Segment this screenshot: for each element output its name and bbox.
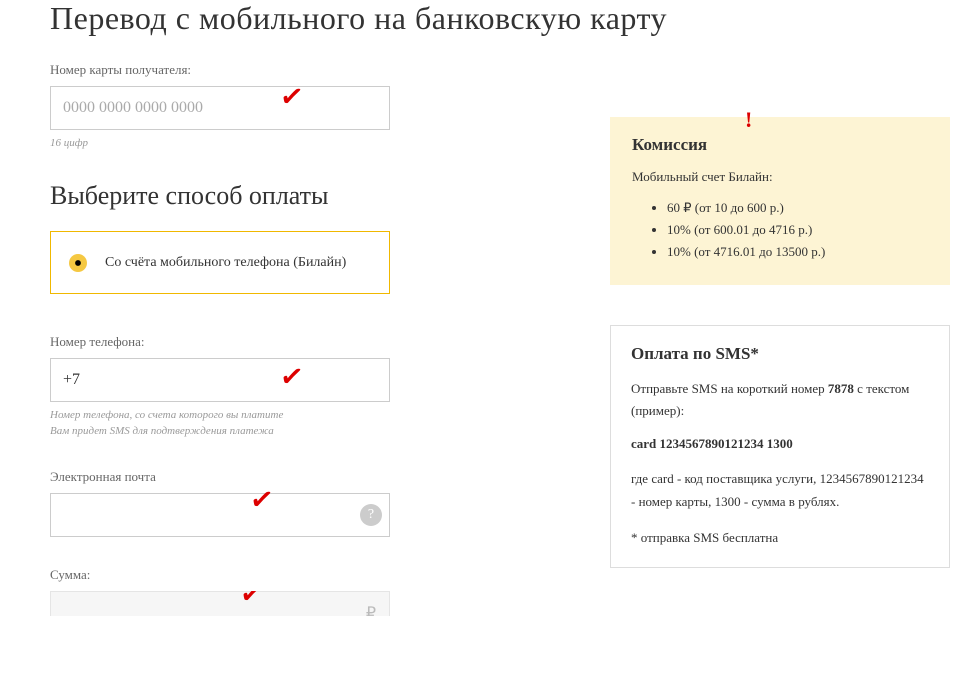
email-input[interactable] — [50, 493, 390, 537]
sms-example: card 1234567890121234 1300 — [631, 436, 929, 452]
commission-list: 60 ₽ (от 10 до 600 р.) 10% (от 600.01 до… — [632, 197, 928, 263]
sms-title: Оплата по SMS* — [631, 344, 929, 364]
commission-item: 10% (от 600.01 до 4716 р.) — [667, 219, 928, 241]
card-number-group: Номер карты получателя: ✓ 16 цифр — [50, 62, 580, 151]
phone-input[interactable] — [50, 358, 390, 402]
sum-group: Сумма: ₽ ✓ — [50, 567, 580, 616]
radio-selected-icon — [69, 254, 87, 272]
payment-option-label: Со счёта мобильного телефона (Билайн) — [105, 252, 346, 273]
payment-method-heading: Выберите способ оплаты — [50, 181, 580, 211]
payment-option-mobile[interactable]: Со счёта мобильного телефона (Билайн) — [50, 231, 390, 294]
commission-subtitle: Мобильный счет Билайн: — [632, 169, 928, 185]
page-title: Перевод с мобильного на банковскую карту — [50, 0, 928, 37]
email-label: Электронная почта — [50, 469, 580, 485]
currency-icon: ₽ — [366, 603, 376, 616]
email-group: Электронная почта ? ✓ — [50, 469, 580, 537]
sum-label: Сумма: — [50, 567, 580, 583]
commission-title: Комиссия — [632, 135, 928, 155]
commission-item: 60 ₽ (от 10 до 600 р.) — [667, 197, 928, 219]
card-number-hint: 16 цифр — [50, 136, 580, 151]
commission-item: 10% (от 4716.01 до 13500 р.) — [667, 241, 928, 263]
sms-note: * отправка SMS бесплатна — [631, 527, 929, 549]
phone-label: Номер телефона: — [50, 334, 580, 350]
phone-hint: Номер телефона, со счета которого вы пла… — [50, 408, 580, 439]
phone-group: Номер телефона: ✓ Номер телефона, со сче… — [50, 334, 580, 439]
annotation-exclaim-icon: ! — [745, 107, 752, 133]
sms-payment-box: Оплата по SMS* Отправьте SMS на короткий… — [610, 325, 950, 567]
card-number-input[interactable] — [50, 86, 390, 130]
sum-input[interactable] — [50, 591, 390, 616]
sms-intro: Отправьте SMS на короткий номер 7878 с т… — [631, 378, 929, 422]
sms-explain: где card - код поставщика услуги, 123456… — [631, 468, 929, 512]
card-number-label: Номер карты получателя: — [50, 62, 580, 78]
commission-box: ! Комиссия Мобильный счет Билайн: 60 ₽ (… — [610, 117, 950, 285]
help-icon[interactable]: ? — [360, 504, 382, 526]
